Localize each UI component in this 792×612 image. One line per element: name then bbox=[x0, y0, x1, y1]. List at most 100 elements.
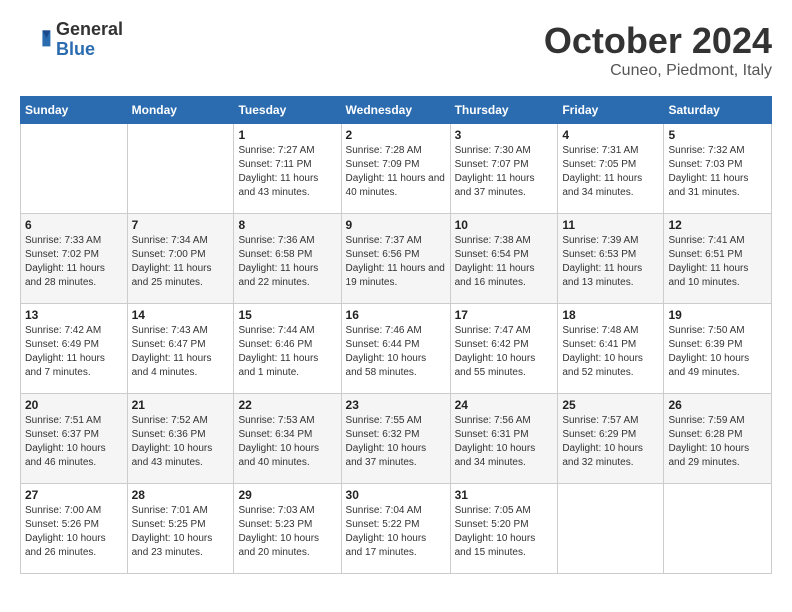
calendar-cell bbox=[664, 484, 772, 574]
weekday-header-row: SundayMondayTuesdayWednesdayThursdayFrid… bbox=[21, 97, 772, 124]
day-number: 14 bbox=[132, 308, 230, 322]
day-number: 27 bbox=[25, 488, 123, 502]
day-number: 22 bbox=[238, 398, 336, 412]
calendar-cell bbox=[558, 484, 664, 574]
calendar-cell: 28 Sunrise: 7:01 AMSunset: 5:25 PMDayligh… bbox=[127, 484, 234, 574]
calendar-cell: 13 Sunrise: 7:42 AMSunset: 6:49 PMDayligh… bbox=[21, 304, 128, 394]
day-info: Sunrise: 7:53 AMSunset: 6:34 PMDaylight:… bbox=[238, 414, 336, 470]
day-number: 16 bbox=[346, 308, 446, 322]
day-info: Sunrise: 7:38 AMSunset: 6:54 PMDaylight:… bbox=[455, 234, 554, 290]
calendar-cell: 5 Sunrise: 7:32 AMSunset: 7:03 PMDaylight… bbox=[664, 124, 772, 214]
calendar-cell: 7 Sunrise: 7:34 AMSunset: 7:00 PMDaylight… bbox=[127, 214, 234, 304]
calendar-cell: 11 Sunrise: 7:39 AMSunset: 6:53 PMDayligh… bbox=[558, 214, 664, 304]
calendar-cell: 24 Sunrise: 7:56 AMSunset: 6:31 PMDayligh… bbox=[450, 394, 558, 484]
day-number: 12 bbox=[668, 218, 767, 232]
day-number: 7 bbox=[132, 218, 230, 232]
day-number: 5 bbox=[668, 128, 767, 142]
calendar-cell bbox=[21, 124, 128, 214]
weekday-header-friday: Friday bbox=[558, 97, 664, 124]
calendar-cell: 12Sunrise: 7:41 AMSunset: 6:51 PMDayligh… bbox=[664, 214, 772, 304]
day-number: 10 bbox=[455, 218, 554, 232]
calendar-cell: 14 Sunrise: 7:43 AMSunset: 6:47 PMDayligh… bbox=[127, 304, 234, 394]
day-info: Sunrise: 7:39 AMSunset: 6:53 PMDaylight:… bbox=[562, 234, 659, 290]
week-row-3: 13 Sunrise: 7:42 AMSunset: 6:49 PMDayligh… bbox=[21, 304, 772, 394]
day-number: 19 bbox=[668, 308, 767, 322]
calendar-cell: 10 Sunrise: 7:38 AMSunset: 6:54 PMDayligh… bbox=[450, 214, 558, 304]
day-info: Sunrise: 7:37 AMSunset: 6:56 PMDaylight:… bbox=[346, 234, 446, 290]
day-number: 31 bbox=[455, 488, 554, 502]
day-number: 4 bbox=[562, 128, 659, 142]
day-info: Sunrise: 7:36 AMSunset: 6:58 PMDaylight:… bbox=[238, 234, 336, 290]
day-number: 6 bbox=[25, 218, 123, 232]
weekday-header-thursday: Thursday bbox=[450, 97, 558, 124]
day-info: Sunrise: 7:48 AMSunset: 6:41 PMDaylight:… bbox=[562, 324, 659, 380]
day-info: Sunrise: 7:55 AMSunset: 6:32 PMDaylight:… bbox=[346, 414, 446, 470]
calendar-cell: 17Sunrise: 7:47 AMSunset: 6:42 PMDayligh… bbox=[450, 304, 558, 394]
day-number: 2 bbox=[346, 128, 446, 142]
week-row-1: 1Sunrise: 7:27 AMSunset: 7:11 PMDaylight… bbox=[21, 124, 772, 214]
day-info: Sunrise: 7:01 AMSunset: 5:25 PMDaylight:… bbox=[132, 504, 230, 560]
day-info: Sunrise: 7:32 AMSunset: 7:03 PMDaylight:… bbox=[668, 144, 767, 200]
day-info: Sunrise: 7:57 AMSunset: 6:29 PMDaylight:… bbox=[562, 414, 659, 470]
weekday-header-sunday: Sunday bbox=[21, 97, 128, 124]
logo: General Blue bbox=[20, 20, 123, 60]
day-info: Sunrise: 7:42 AMSunset: 6:49 PMDaylight:… bbox=[25, 324, 123, 380]
day-info: Sunrise: 7:03 AMSunset: 5:23 PMDaylight:… bbox=[238, 504, 336, 560]
day-number: 13 bbox=[25, 308, 123, 322]
calendar-cell: 18 Sunrise: 7:48 AMSunset: 6:41 PMDayligh… bbox=[558, 304, 664, 394]
week-row-4: 20 Sunrise: 7:51 AMSunset: 6:37 PMDayligh… bbox=[21, 394, 772, 484]
calendar-cell: 2 Sunrise: 7:28 AMSunset: 7:09 PMDaylight… bbox=[341, 124, 450, 214]
day-info: Sunrise: 7:43 AMSunset: 6:47 PMDaylight:… bbox=[132, 324, 230, 380]
logo-general-text: General bbox=[56, 20, 123, 40]
day-number: 24 bbox=[455, 398, 554, 412]
month-title: October 2024 bbox=[544, 20, 772, 62]
weekday-header-wednesday: Wednesday bbox=[341, 97, 450, 124]
day-info: Sunrise: 7:00 AMSunset: 5:26 PMDaylight:… bbox=[25, 504, 123, 560]
day-info: Sunrise: 7:28 AMSunset: 7:09 PMDaylight:… bbox=[346, 144, 446, 200]
day-number: 18 bbox=[562, 308, 659, 322]
calendar-cell: 20 Sunrise: 7:51 AMSunset: 6:37 PMDayligh… bbox=[21, 394, 128, 484]
weekday-header-monday: Monday bbox=[127, 97, 234, 124]
calendar-cell: 1Sunrise: 7:27 AMSunset: 7:11 PMDaylight… bbox=[234, 124, 341, 214]
day-number: 23 bbox=[346, 398, 446, 412]
day-number: 30 bbox=[346, 488, 446, 502]
day-number: 3 bbox=[455, 128, 554, 142]
calendar-cell: 9 Sunrise: 7:37 AMSunset: 6:56 PMDaylight… bbox=[341, 214, 450, 304]
day-number: 25 bbox=[562, 398, 659, 412]
weekday-header-tuesday: Tuesday bbox=[234, 97, 341, 124]
day-number: 9 bbox=[346, 218, 446, 232]
calendar-cell: 15 Sunrise: 7:44 AMSunset: 6:46 PMDayligh… bbox=[234, 304, 341, 394]
calendar-cell: 23 Sunrise: 7:55 AMSunset: 6:32 PMDayligh… bbox=[341, 394, 450, 484]
day-info: Sunrise: 7:50 AMSunset: 6:39 PMDaylight:… bbox=[668, 324, 767, 380]
calendar-cell: 29 Sunrise: 7:03 AMSunset: 5:23 PMDayligh… bbox=[234, 484, 341, 574]
calendar-table: SundayMondayTuesdayWednesdayThursdayFrid… bbox=[20, 96, 772, 574]
day-info: Sunrise: 7:47 AMSunset: 6:42 PMDaylight:… bbox=[455, 324, 554, 380]
weekday-header-saturday: Saturday bbox=[664, 97, 772, 124]
day-number: 15 bbox=[238, 308, 336, 322]
day-number: 29 bbox=[238, 488, 336, 502]
day-info: Sunrise: 7:05 AMSunset: 5:20 PMDaylight:… bbox=[455, 504, 554, 560]
calendar-cell: 3 Sunrise: 7:30 AMSunset: 7:07 PMDaylight… bbox=[450, 124, 558, 214]
calendar-cell: 4 Sunrise: 7:31 AMSunset: 7:05 PMDaylight… bbox=[558, 124, 664, 214]
day-info: Sunrise: 7:30 AMSunset: 7:07 PMDaylight:… bbox=[455, 144, 554, 200]
calendar-cell: 27 Sunrise: 7:00 AMSunset: 5:26 PMDayligh… bbox=[21, 484, 128, 574]
day-info: Sunrise: 7:56 AMSunset: 6:31 PMDaylight:… bbox=[455, 414, 554, 470]
day-info: Sunrise: 7:44 AMSunset: 6:46 PMDaylight:… bbox=[238, 324, 336, 380]
day-info: Sunrise: 7:59 AMSunset: 6:28 PMDaylight:… bbox=[668, 414, 767, 470]
calendar-cell bbox=[127, 124, 234, 214]
day-info: Sunrise: 7:04 AMSunset: 5:22 PMDaylight:… bbox=[346, 504, 446, 560]
day-info: Sunrise: 7:33 AMSunset: 7:02 PMDaylight:… bbox=[25, 234, 123, 290]
day-info: Sunrise: 7:46 AMSunset: 6:44 PMDaylight:… bbox=[346, 324, 446, 380]
day-info: Sunrise: 7:51 AMSunset: 6:37 PMDaylight:… bbox=[25, 414, 123, 470]
day-info: Sunrise: 7:27 AMSunset: 7:11 PMDaylight:… bbox=[238, 144, 336, 200]
calendar-cell: 21Sunrise: 7:52 AMSunset: 6:36 PMDayligh… bbox=[127, 394, 234, 484]
calendar-cell: 22 Sunrise: 7:53 AMSunset: 6:34 PMDayligh… bbox=[234, 394, 341, 484]
day-number: 11 bbox=[562, 218, 659, 232]
day-number: 20 bbox=[25, 398, 123, 412]
day-info: Sunrise: 7:31 AMSunset: 7:05 PMDaylight:… bbox=[562, 144, 659, 200]
day-number: 21 bbox=[132, 398, 230, 412]
day-info: Sunrise: 7:34 AMSunset: 7:00 PMDaylight:… bbox=[132, 234, 230, 290]
calendar-cell: 25 Sunrise: 7:57 AMSunset: 6:29 PMDayligh… bbox=[558, 394, 664, 484]
day-number: 28 bbox=[132, 488, 230, 502]
calendar-cell: 6 Sunrise: 7:33 AMSunset: 7:02 PMDaylight… bbox=[21, 214, 128, 304]
